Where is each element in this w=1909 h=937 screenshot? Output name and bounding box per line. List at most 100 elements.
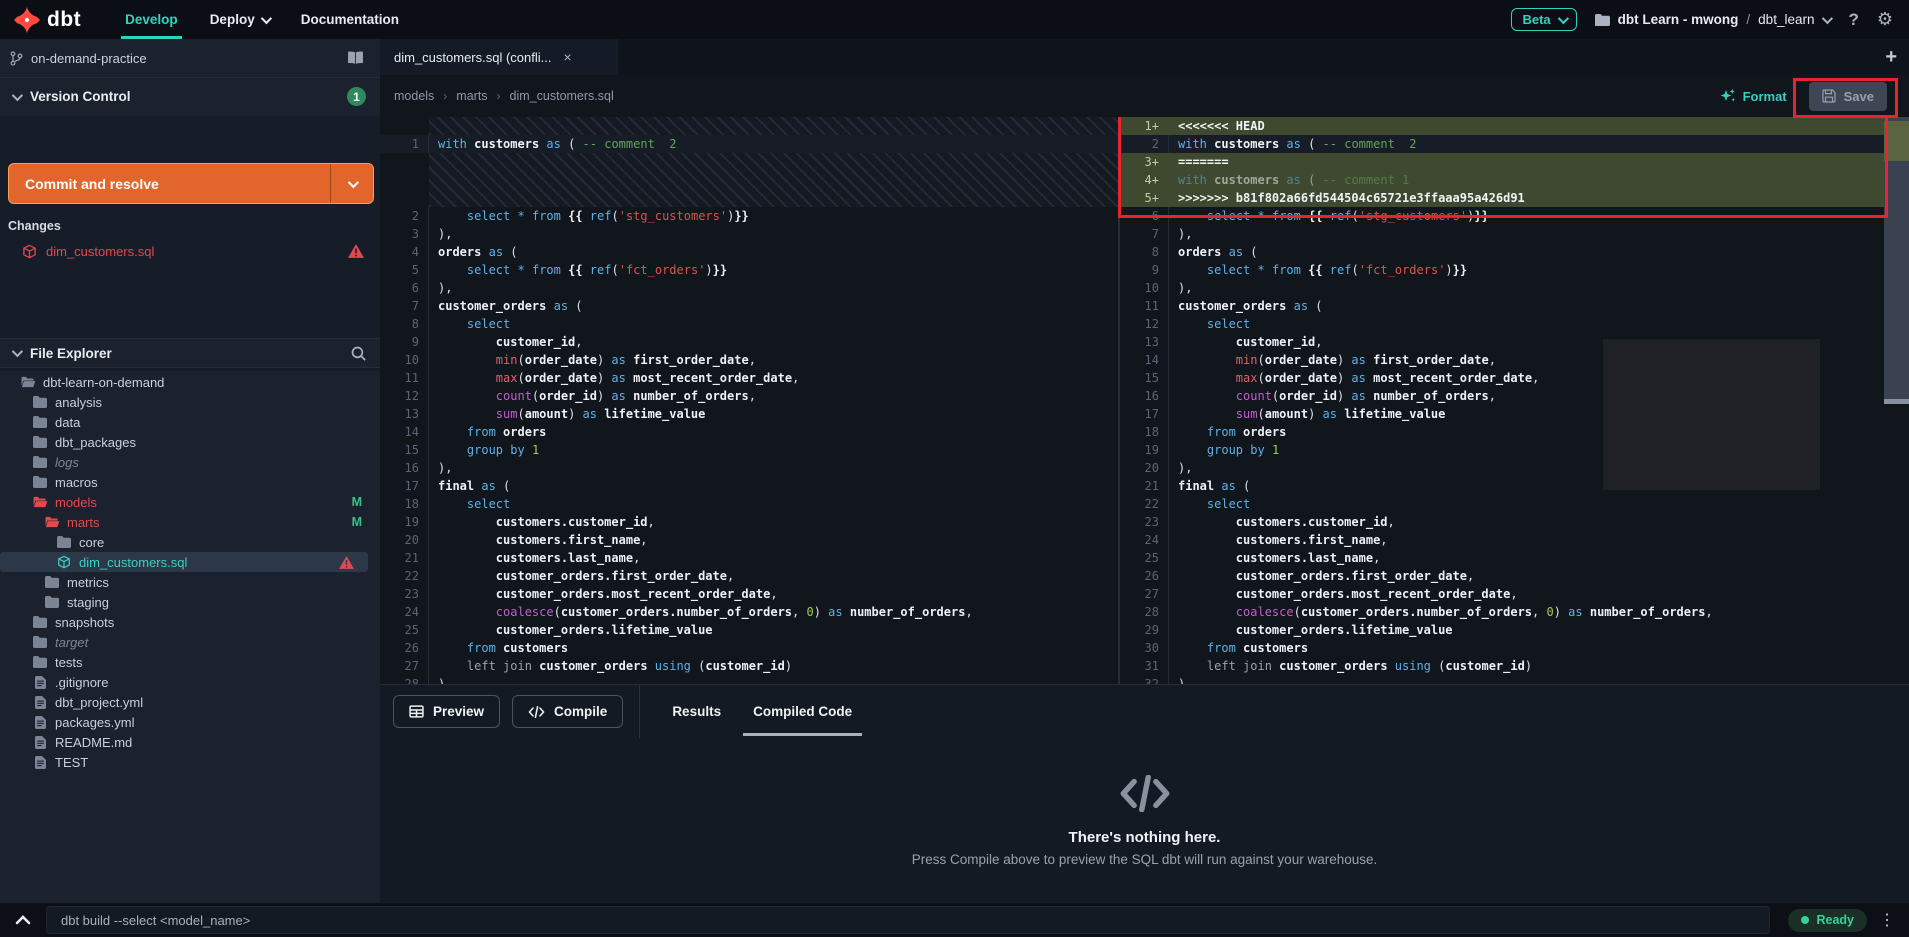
close-tab-icon[interactable]: × bbox=[564, 49, 572, 65]
docs-book-icon[interactable] bbox=[347, 51, 364, 65]
code-line-5[interactable]: 5+>>>>>>> b81f802a66fd544504c65721e3ffaa… bbox=[1120, 189, 1909, 207]
compile-button[interactable]: Compile bbox=[512, 695, 623, 728]
code-line-26[interactable]: 26 customer_orders.first_order_date, bbox=[1120, 567, 1909, 585]
code-line-14[interactable]: 14 from orders bbox=[380, 423, 1118, 441]
code-line-12[interactable]: 12 select bbox=[1120, 315, 1909, 333]
code-line-11[interactable]: 11customer_orders as ( bbox=[1120, 297, 1909, 315]
code-line-16[interactable]: 16), bbox=[380, 459, 1118, 477]
code-line-21[interactable]: 21 customers.last_name, bbox=[380, 549, 1118, 567]
chevron-up-icon[interactable] bbox=[0, 915, 46, 925]
code-line-6[interactable]: 6), bbox=[380, 279, 1118, 297]
tab-results[interactable]: Results bbox=[672, 685, 721, 738]
tree-item-target[interactable]: target bbox=[0, 632, 380, 652]
branch-row[interactable]: on-demand-practice bbox=[0, 39, 380, 78]
code-line-25[interactable]: 25 customer_orders.lifetime_value bbox=[380, 621, 1118, 639]
code-line-6[interactable]: 6 select * from {{ ref('stg_customers')}… bbox=[1120, 207, 1909, 225]
code-line-24[interactable]: 24 customers.first_name, bbox=[1120, 531, 1909, 549]
help-icon[interactable]: ? bbox=[1848, 10, 1858, 30]
version-control-header[interactable]: Version Control 1 bbox=[0, 77, 380, 117]
tree-item-models[interactable]: modelsM bbox=[0, 492, 380, 512]
changed-file-row[interactable]: dim_customers.sql bbox=[0, 238, 380, 264]
nav-item-develop[interactable]: Develop bbox=[125, 0, 178, 39]
code-line-27[interactable]: 27 left join customer_orders using (cust… bbox=[380, 657, 1118, 675]
nav-item-documentation[interactable]: Documentation bbox=[301, 0, 399, 39]
tree-item-core[interactable]: core bbox=[0, 532, 380, 552]
commit-and-resolve-button[interactable]: Commit and resolve bbox=[8, 163, 374, 204]
new-tab-icon[interactable]: + bbox=[1885, 46, 1897, 69]
tree-item-logs[interactable]: logs bbox=[0, 452, 380, 472]
tree-item-dbt-packages[interactable]: dbt_packages bbox=[0, 432, 380, 452]
tree-item-packages-yml[interactable]: packages.yml bbox=[0, 712, 380, 732]
breadcrumb-models[interactable]: models bbox=[394, 89, 434, 103]
code-line-17[interactable]: 17final as ( bbox=[380, 477, 1118, 495]
code-line-31[interactable]: 31 left join customer_orders using (cust… bbox=[1120, 657, 1909, 675]
code-line-30[interactable]: 30 from customers bbox=[1120, 639, 1909, 657]
code-line-28[interactable]: 28) bbox=[380, 675, 1118, 684]
code-line-10[interactable]: 10), bbox=[1120, 279, 1909, 297]
save-button[interactable]: Save bbox=[1809, 82, 1887, 111]
code-line-12[interactable]: 12 count(order_id) as number_of_orders, bbox=[380, 387, 1118, 405]
tab-dim-customers[interactable]: dim_customers.sql (confli... × bbox=[380, 39, 618, 75]
code-line-15[interactable]: 15 group by 1 bbox=[380, 441, 1118, 459]
tree-item--gitignore[interactable]: .gitignore bbox=[0, 672, 380, 692]
code-line-2[interactable]: 2with customers as ( -- comment 2 bbox=[1120, 135, 1909, 153]
code-line-2[interactable]: 2 select * from {{ ref('stg_customers')}… bbox=[380, 207, 1118, 225]
tree-item-staging[interactable]: staging bbox=[0, 592, 380, 612]
code-line-4[interactable]: 4+with customers as ( -- comment 1 bbox=[1120, 171, 1909, 189]
tree-item-analysis[interactable]: analysis bbox=[0, 392, 380, 412]
code-line-1[interactable]: 1+<<<<<<< HEAD bbox=[1120, 117, 1909, 135]
search-icon[interactable] bbox=[351, 346, 366, 361]
code-line-3[interactable]: 3+======= bbox=[1120, 153, 1909, 171]
format-button[interactable]: Format bbox=[1720, 88, 1787, 104]
scrollbar-track[interactable] bbox=[1884, 117, 1909, 399]
beta-badge[interactable]: Beta bbox=[1511, 8, 1576, 31]
gear-icon[interactable]: ⚙ bbox=[1877, 9, 1893, 30]
code-line-25[interactable]: 25 customers.last_name, bbox=[1120, 549, 1909, 567]
code-line-4[interactable]: 4orders as ( bbox=[380, 243, 1118, 261]
code-line-28[interactable]: 28 coalesce(customer_orders.number_of_or… bbox=[1120, 603, 1909, 621]
tree-item-dbt-learn-on-demand[interactable]: dbt-learn-on-demand bbox=[0, 372, 380, 392]
code-line-22[interactable]: 22 select bbox=[1120, 495, 1909, 513]
code-line-1[interactable]: 1with customers as ( -- comment 2 bbox=[380, 135, 1118, 153]
code-line-9[interactable]: 9 select * from {{ ref('fct_orders')}} bbox=[1120, 261, 1909, 279]
code-line-32[interactable]: 32) bbox=[1120, 675, 1909, 684]
code-line-9[interactable]: 9 customer_id, bbox=[380, 333, 1118, 351]
connection-status-badge[interactable]: Ready bbox=[1788, 909, 1867, 932]
tab-compiled-code[interactable]: Compiled Code bbox=[753, 685, 852, 738]
tree-item-snapshots[interactable]: snapshots bbox=[0, 612, 380, 632]
code-line-10[interactable]: 10 min(order_date) as first_order_date, bbox=[380, 351, 1118, 369]
tree-item-test[interactable]: TEST bbox=[0, 752, 380, 772]
dbt-brand[interactable]: dbt bbox=[14, 7, 81, 33]
code-line-3[interactable]: 3), bbox=[380, 225, 1118, 243]
preview-button[interactable]: Preview bbox=[393, 695, 500, 728]
tree-item-data[interactable]: data bbox=[0, 412, 380, 432]
tree-item-tests[interactable]: tests bbox=[0, 652, 380, 672]
code-line-7[interactable]: 7customer_orders as ( bbox=[380, 297, 1118, 315]
nav-item-deploy[interactable]: Deploy bbox=[210, 0, 269, 39]
tree-item-marts[interactable]: martsM bbox=[0, 512, 380, 532]
code-line-19[interactable]: 19 customers.customer_id, bbox=[380, 513, 1118, 531]
code-line-29[interactable]: 29 customer_orders.lifetime_value bbox=[1120, 621, 1909, 639]
code-line-18[interactable]: 18 select bbox=[380, 495, 1118, 513]
code-line-5[interactable]: 5 select * from {{ ref('fct_orders')}} bbox=[380, 261, 1118, 279]
code-line-7[interactable]: 7), bbox=[1120, 225, 1909, 243]
project-selector[interactable]: dbt Learn - mwong / dbt_learn bbox=[1595, 12, 1831, 27]
tree-item-dbt-project-yml[interactable]: dbt_project.yml bbox=[0, 692, 380, 712]
kebab-menu-icon[interactable]: ⋮ bbox=[1879, 910, 1895, 930]
breadcrumb-file[interactable]: dim_customers.sql bbox=[510, 89, 614, 103]
code-line-8[interactable]: 8 select bbox=[380, 315, 1118, 333]
breadcrumb-marts[interactable]: marts bbox=[456, 89, 487, 103]
file-explorer-header[interactable]: File Explorer bbox=[0, 338, 380, 368]
code-line-13[interactable]: 13 sum(amount) as lifetime_value bbox=[380, 405, 1118, 423]
code-line-20[interactable]: 20 customers.first_name, bbox=[380, 531, 1118, 549]
tree-item-readme-md[interactable]: README.md bbox=[0, 732, 380, 752]
code-line-27[interactable]: 27 customer_orders.most_recent_order_dat… bbox=[1120, 585, 1909, 603]
command-input[interactable] bbox=[46, 906, 1770, 934]
code-line-23[interactable]: 23 customer_orders.most_recent_order_dat… bbox=[380, 585, 1118, 603]
code-line-22[interactable]: 22 customer_orders.first_order_date, bbox=[380, 567, 1118, 585]
editor-pane-current[interactable]: 1with customers as ( -- comment 2 2 selec… bbox=[380, 117, 1118, 684]
code-line-8[interactable]: 8orders as ( bbox=[1120, 243, 1909, 261]
code-line-23[interactable]: 23 customers.customer_id, bbox=[1120, 513, 1909, 531]
code-line-26[interactable]: 26 from customers bbox=[380, 639, 1118, 657]
code-line-11[interactable]: 11 max(order_date) as most_recent_order_… bbox=[380, 369, 1118, 387]
